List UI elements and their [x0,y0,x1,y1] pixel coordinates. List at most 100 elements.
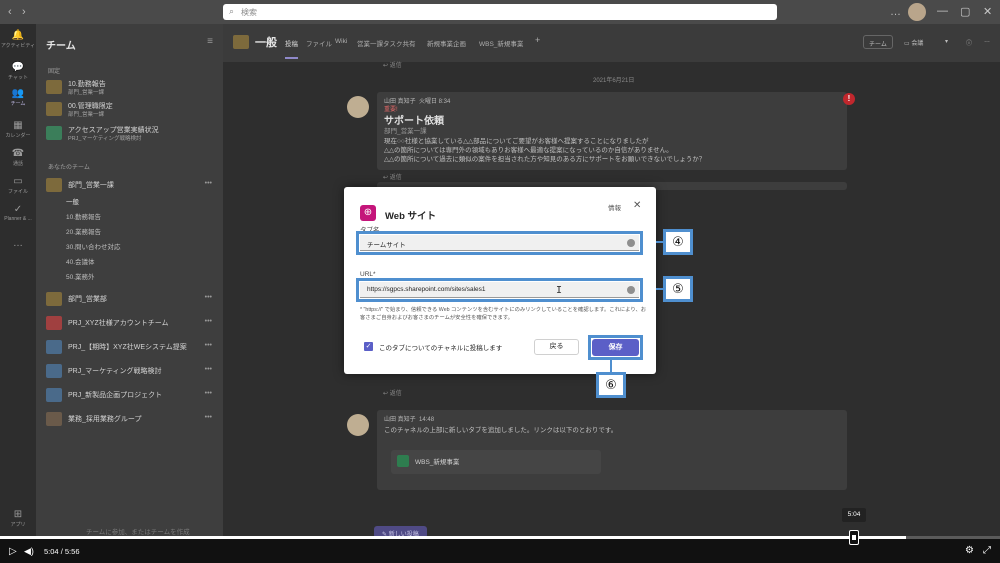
checkbox-label: このタブについてのチャネルに投稿します [379,345,503,352]
team-sub: 部門_営業一課 [68,90,105,96]
channel-item[interactable]: 50.業務外 [66,271,95,281]
team-sub: PRJ_マーケティング戦略検討 [68,136,142,142]
notice-line: 客さまご自身およびお客さまのチームが安全性を確保できます。 [360,315,513,321]
post-line: △△の箇所について過去に類似の案件を担当された方や知見のある方にサポートをお願い… [384,156,706,163]
info-icon[interactable]: ⓘ [961,35,977,49]
more-options-icon[interactable]: ••• [205,414,212,421]
team-icon [46,412,62,426]
team-list-panel: チーム ≡ 固定 10.勤務報告 部門_営業一課 00.管理職限定 部門_営業一課 … [36,24,223,539]
team-icon [46,292,62,306]
rail-calls[interactable]: ☎ 通話 [0,148,36,167]
apps-icon: ⊞ [13,509,23,520]
channel-header: 一般 投稿 ファイル Wiki 営業一課タスク共有 新規事業企画 WBS_新規事… [223,24,1000,62]
filter-icon[interactable]: ≡ [207,36,213,47]
back-button[interactable]: 戻る [534,339,579,355]
minimize-icon[interactable]: — [937,5,948,17]
team-icon [46,126,62,140]
pinned-section-label: 固定 [48,69,61,75]
more-options-icon[interactable]: … [890,6,901,18]
scrubber-thumb[interactable] [849,530,859,545]
tab-wbs[interactable]: WBS_新規事業 [479,38,523,48]
rail-apps[interactable]: ⊞ アプリ [0,509,36,528]
rail-more-apps[interactable]: … [0,238,36,250]
reply-link[interactable]: ↩ 返信 [383,388,402,397]
highlight-box [588,335,643,360]
maximize-icon[interactable]: ▢ [960,5,970,18]
info-link[interactable]: 情報 [608,202,621,212]
join-team-link[interactable]: チームに参加、またはチームを作成 [86,526,190,536]
team-icon [233,35,249,49]
tab-new-business[interactable]: 新規事業企画 [427,38,466,48]
team-item[interactable]: 00.管理職限定 部門_営業一課 [46,100,216,120]
post-author: 山田 真知子 14:48 [384,417,435,423]
rail-label: カレンダー [5,133,31,139]
rail-teams[interactable]: 👥 チーム [0,88,36,107]
add-tab-button[interactable]: + [535,35,540,45]
team-item[interactable]: 部門_営業一課 ••• [46,176,216,196]
reply-link[interactable]: ↩ 返信 [383,60,402,69]
rail-activity[interactable]: 🔔 アクティビティ [0,30,36,49]
tab-task-share[interactable]: 営業一課タスク共有 [357,38,416,48]
team-icon [46,80,62,94]
more-options-icon[interactable]: … [979,35,995,49]
team-name: PRJ_新製品企画プロジェクト [68,392,163,399]
channel-item[interactable]: 40.会議体 [66,256,95,266]
avatar[interactable] [908,3,926,21]
team-item[interactable]: PRJ_【期時】XYZ社WEシステム提案 ••• [46,338,216,358]
message-post: 山田 真知子 14:48 このチャネルの上部に新しいタブを追加しました。リンクは… [377,410,847,490]
more-options-icon[interactable]: ••• [205,366,212,373]
post-to-channel-checkbox[interactable]: ✓ [364,342,373,351]
meet-dropdown-icon[interactable]: ▾ [940,35,953,49]
tab-files[interactable]: ファイル [306,38,332,48]
team-item[interactable]: アクセスアップ営業実績状況 PRJ_マーケティング戦略検討 [46,124,216,144]
tab-card[interactable]: WBS_新規事業 [391,450,601,474]
close-icon[interactable]: ✕ [983,5,992,18]
rail-calendar[interactable]: ▦ カレンダー [0,120,36,139]
post-line: このチャネルの上部に新しいタブを追加しました。リンクは以下のとおりです。 [384,427,618,434]
fullscreen-icon[interactable]: ⤢ [983,545,991,556]
rail-label: 通話 [12,161,23,167]
more-options-icon[interactable]: ••• [205,318,212,325]
team-item[interactable]: 10.勤務報告 部門_営業一課 [46,78,216,98]
security-notice: * "https://" で始まり、信頼できる Web コンテンツを含むサイトに… [360,306,646,322]
channel-item[interactable]: 10.勤務報告 [66,211,101,221]
rail-files[interactable]: ▭ ファイル [0,176,36,195]
forward-arrow-icon[interactable]: › [22,6,26,18]
hover-time-tooltip: 5:04 [842,508,866,522]
search-icon: ⌕ [229,6,235,16]
team-item[interactable]: PRJ_マーケティング戦略検討 ••• [46,362,216,382]
channel-item[interactable]: 30.問い合わせ対応 [66,241,121,251]
more-options-icon[interactable]: ••• [205,294,212,301]
highlight-box [356,278,643,302]
team-item[interactable]: PRJ_XYZ社様アカウントチーム ••• [46,314,216,334]
channel-title: 一般 [255,37,277,49]
search-input[interactable]: ⌕ 検索 [223,4,777,20]
rail-planner[interactable]: ✓ Planner & ... [0,204,36,222]
more-options-icon[interactable]: ••• [205,390,212,397]
play-icon[interactable]: ▷ [9,546,17,557]
team-item[interactable]: 部門_営業部 ••• [46,290,216,310]
close-icon[interactable]: ✕ [633,200,641,211]
settings-gear-icon[interactable]: ⚙ [965,545,974,556]
globe-icon: ⊕ [360,205,376,221]
tab-posts[interactable]: 投稿 [285,38,298,59]
reply-link[interactable]: ↩ 返信 [383,172,402,181]
channel-item[interactable]: 20.業務報告 [66,226,101,236]
rail-label: ファイル [7,189,28,195]
tab-wiki[interactable]: Wiki [335,38,347,45]
rail-chat[interactable]: 💬 チャット [0,62,36,81]
team-button[interactable]: チーム [863,35,893,49]
callout-6: ⑥ [596,372,626,398]
team-item[interactable]: PRJ_新製品企画プロジェクト ••• [46,386,216,406]
more-options-icon[interactable]: ••• [205,180,212,187]
team-icon [46,102,62,116]
planner-icon [397,455,409,467]
volume-icon[interactable]: ◀) [24,546,34,557]
phone-icon: ☎ [11,148,25,159]
search-placeholder: 検索 [241,8,257,17]
more-options-icon[interactable]: ••• [205,342,212,349]
channel-item[interactable]: 一般 [66,196,79,206]
team-item[interactable]: 業務_採用業務グループ ••• [46,410,216,430]
meet-button[interactable]: ▭ 会議 [899,35,928,49]
back-arrow-icon[interactable]: ‹ [8,6,12,18]
